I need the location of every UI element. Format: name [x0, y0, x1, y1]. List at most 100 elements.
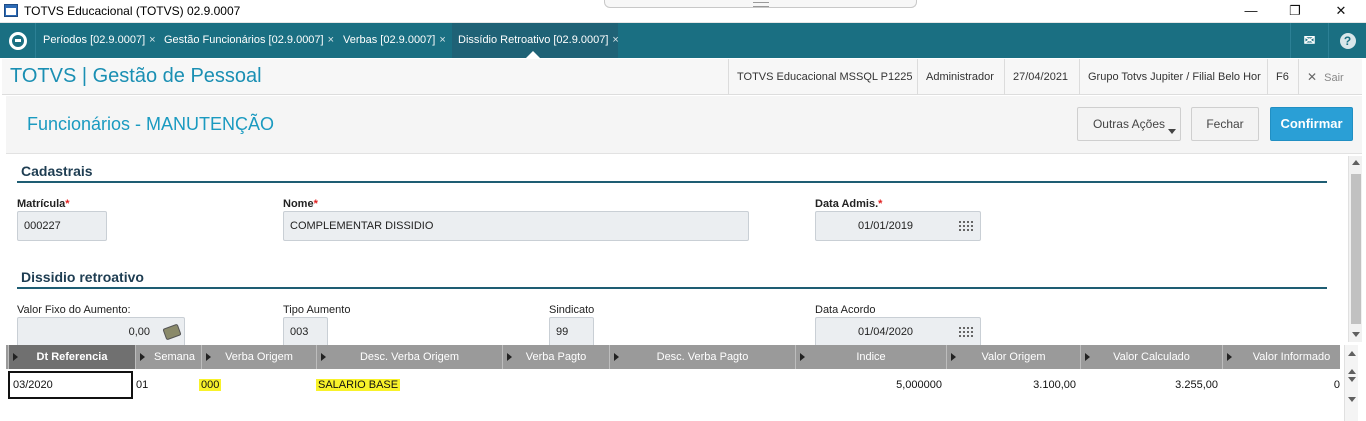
header-f6-shortcut[interactable]: F6 [1267, 59, 1297, 95]
page-heading: Funcionários - MANUTENÇÃO Outras Ações F… [6, 96, 1362, 154]
column-header-verba-pagto[interactable]: Verba Pagto [502, 345, 609, 369]
sort-arrow-icon [951, 353, 956, 361]
section-divider [17, 287, 1327, 289]
tab-verbas[interactable]: Verbas [02.9.0007] × [343, 23, 450, 58]
data-admis-field[interactable]: 01/01/2019 [815, 211, 981, 241]
close-icon: ✕ [1307, 70, 1318, 84]
close-tab-icon[interactable]: × [439, 34, 445, 46]
cell-indice[interactable]: 5,000000 [796, 371, 942, 399]
confirmar-button[interactable]: Confirmar [1270, 107, 1353, 141]
section-divider [17, 181, 1327, 183]
cell-valor-informado[interactable]: 0 [1222, 371, 1340, 399]
header-company-branch[interactable]: Grupo Totvs Jupiter / Filial Belo Hor [1079, 59, 1269, 95]
module-tab-bar: Períodos [02.9.0007] × Gestão Funcionário… [0, 23, 1366, 58]
logout-button[interactable]: ✕ Sair [1298, 59, 1352, 95]
header-database[interactable]: TOTVS Educacional MSSQL P1225 [728, 59, 920, 95]
close-tab-icon[interactable]: × [149, 34, 155, 46]
scroll-down-arrow-icon[interactable] [1348, 377, 1356, 382]
scroll-up-arrow-icon[interactable] [1352, 160, 1360, 165]
dissidio-grid: Dt Referencia Semana Verba Origem Desc. … [6, 345, 1340, 421]
column-header-verba-origem[interactable]: Verba Origem [201, 345, 316, 369]
close-tab-icon[interactable]: × [612, 34, 618, 46]
cell-desc-verba-pagto[interactable] [612, 371, 792, 399]
highlighted-verba-origem: 000 [199, 379, 222, 391]
window-drag-handle[interactable] [604, 0, 917, 8]
sindicato-field[interactable]: 99 [549, 317, 594, 347]
cell-verba-pagto[interactable] [506, 371, 606, 399]
section-title-cadastrais: Cadastrais [21, 163, 93, 179]
sort-arrow-icon [140, 353, 145, 361]
sort-arrow-icon [1085, 353, 1090, 361]
matricula-label: Matrícula* [17, 198, 70, 210]
scroll-bottom-arrow-icon[interactable] [1348, 397, 1356, 402]
tab-gestao-funcionarios[interactable]: Gestão Funcionários [02.9.0007] × [164, 23, 336, 58]
tab-periodos[interactable]: Períodos [02.9.0007] × [43, 23, 156, 58]
sort-arrow-icon [13, 353, 18, 361]
calendar-icon[interactable] [959, 327, 973, 338]
close-window-button[interactable]: ✕ [1318, 0, 1364, 22]
column-header-semana[interactable]: Semana [135, 345, 201, 369]
nome-label: Nome* [283, 198, 318, 210]
form-scrollbar[interactable] [1348, 156, 1362, 342]
cell-dt-referencia[interactable]: 03/2020 [13, 371, 131, 399]
column-header-desc-verba-origem[interactable]: Desc. Verba Origem [316, 345, 502, 369]
cell-valor-origem[interactable]: 3.100,00 [946, 371, 1076, 399]
scroll-down-arrow-icon[interactable] [1352, 332, 1360, 337]
tab-label: Gestão Funcionários [02.9.0007] [164, 34, 324, 46]
header-date[interactable]: 27/04/2021 [1004, 59, 1076, 95]
help-icon[interactable]: ? [1328, 23, 1366, 58]
tab-dissidio-retroativo[interactable]: Dissídio Retroativo [02.9.0007] × [452, 23, 619, 58]
sort-arrow-icon [800, 353, 805, 361]
fechar-button[interactable]: Fechar [1191, 107, 1259, 141]
valor-fixo-label: Valor Fixo do Aumento: [17, 304, 131, 316]
header-user[interactable]: Administrador [917, 59, 1002, 95]
scroll-top-arrow-icon[interactable] [1348, 351, 1356, 356]
column-header-valor-informado[interactable]: Valor Informado [1222, 345, 1340, 369]
tab-label: Dissídio Retroativo [02.9.0007] [458, 34, 609, 46]
window-title: TOTVS Educacional (TOTVS) 02.9.0007 [24, 4, 241, 18]
tab-separator [35, 23, 36, 58]
column-header-desc-verba-pagto[interactable]: Desc. Verba Pagto [609, 345, 795, 369]
sort-arrow-icon [206, 353, 211, 361]
column-header-valor-origem[interactable]: Valor Origem [946, 345, 1080, 369]
sindicato-label: Sindicato [549, 304, 595, 316]
data-admis-value: 01/01/2019 [858, 220, 914, 232]
nome-field[interactable]: COMPLEMENTAR DISSIDIO [283, 211, 749, 241]
page-title: Funcionários - MANUTENÇÃO [27, 114, 275, 134]
outras-acoes-label: Outras Ações [1092, 117, 1166, 131]
grid-header: Dt Referencia Semana Verba Origem Desc. … [6, 345, 1340, 369]
cell-desc-verba-origem[interactable]: SALARIO BASE [316, 371, 496, 399]
matricula-field[interactable]: 000227 [17, 211, 107, 241]
valor-fixo-field[interactable]: 0,00 [17, 317, 185, 347]
tipo-aumento-label: Tipo Aumento [283, 304, 351, 316]
outras-acoes-button[interactable]: Outras Ações [1077, 107, 1181, 141]
tipo-aumento-field[interactable]: 003 [283, 317, 328, 347]
calendar-icon[interactable] [959, 221, 973, 232]
mail-icon[interactable]: ✉ [1290, 23, 1328, 58]
column-header-indice[interactable]: Indice [795, 345, 946, 369]
cell-semana[interactable]: 01 [136, 371, 196, 399]
maximize-button[interactable]: ❐ [1272, 0, 1318, 22]
app-icon [4, 4, 18, 17]
logout-label: Sair [1324, 72, 1344, 84]
data-admis-label: Data Admis.* [815, 198, 883, 210]
scrollbar-thumb[interactable] [1351, 174, 1361, 324]
scroll-up-arrow-icon[interactable] [1348, 369, 1356, 374]
column-header-dt-referencia[interactable]: Dt Referencia [8, 345, 135, 369]
totvs-logo-icon[interactable] [9, 32, 27, 50]
highlighted-desc-verba-origem: SALARIO BASE [316, 379, 401, 391]
sort-arrow-icon [614, 353, 619, 361]
data-acordo-field[interactable]: 01/04/2020 [815, 317, 981, 347]
window-title-bar: TOTVS Educacional (TOTVS) 02.9.0007 — ❐ … [0, 0, 1366, 23]
minimize-button[interactable]: — [1228, 0, 1274, 22]
cell-valor-calculado[interactable]: 3.255,00 [1080, 371, 1218, 399]
close-tab-icon[interactable]: × [328, 34, 334, 46]
section-title-dissidio: Dissidio retroativo [21, 269, 144, 285]
data-acordo-value: 01/04/2020 [858, 326, 914, 338]
cell-verba-origem[interactable]: 000 [199, 371, 309, 399]
column-header-valor-calculado[interactable]: Valor Calculado [1080, 345, 1222, 369]
app-header: TOTVS | Gestão de Pessoal TOTVS Educacio… [2, 59, 1362, 95]
caret-down-icon [1168, 129, 1176, 134]
grid-scrollbar[interactable] [1344, 345, 1358, 421]
sort-arrow-icon [1227, 353, 1232, 361]
